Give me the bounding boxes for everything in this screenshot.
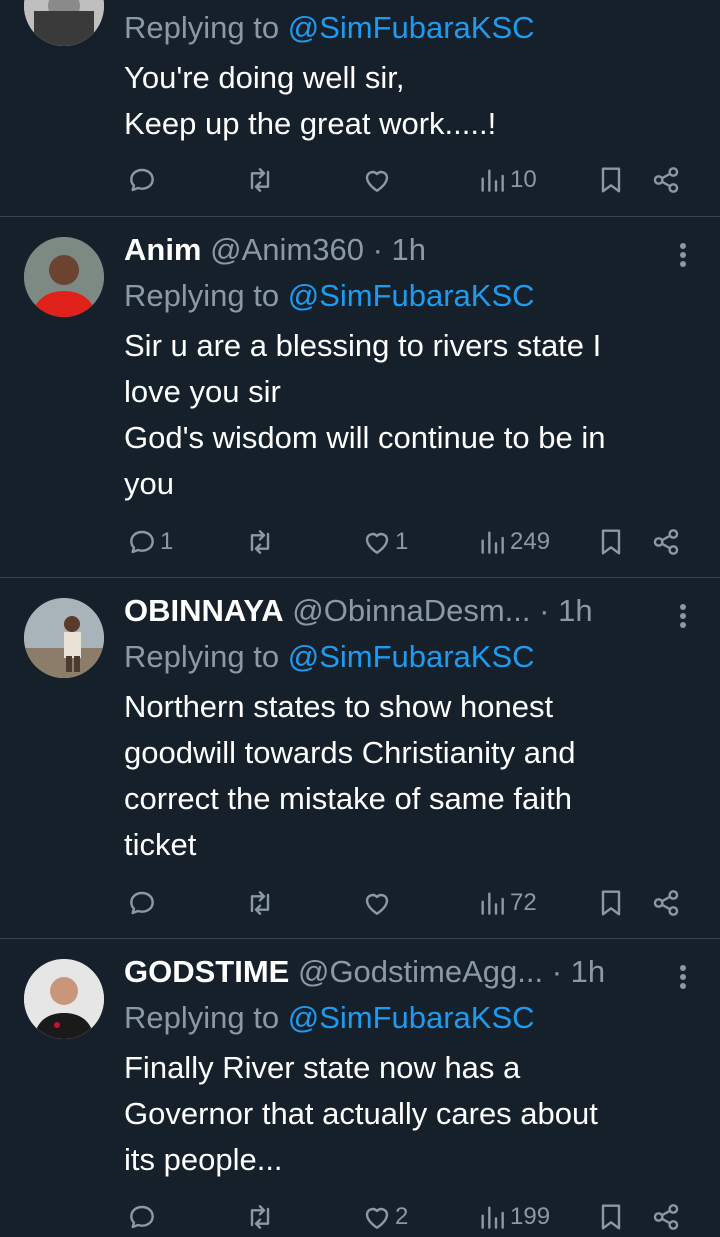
replying-to: Replying to @SimFubaraKSC bbox=[124, 10, 535, 45]
reply-icon bbox=[130, 891, 154, 915]
display-name[interactable]: Anim bbox=[124, 232, 202, 267]
share-button[interactable] bbox=[650, 883, 682, 923]
user-handle[interactable]: @ObinnaDesm... bbox=[292, 593, 530, 628]
avatar[interactable] bbox=[24, 959, 104, 1039]
timestamp[interactable]: · 1h bbox=[539, 593, 592, 628]
views-button[interactable]: 72 bbox=[476, 883, 537, 923]
tweet-actions: 10 bbox=[0, 160, 720, 200]
views-button[interactable]: 199 bbox=[476, 1197, 550, 1237]
views-icon bbox=[481, 169, 504, 192]
tweet-header: GODSTIME @GodstimeAgg... · 1h bbox=[124, 952, 660, 992]
tweet-actions: 1 1 249 bbox=[0, 522, 720, 562]
retweet-button[interactable] bbox=[244, 160, 278, 200]
bookmark-button[interactable] bbox=[595, 160, 627, 200]
user-handle[interactable]: @Anim360 bbox=[210, 232, 364, 267]
replying-to: Replying to @SimFubaraKSC bbox=[124, 1000, 535, 1035]
share-button[interactable] bbox=[650, 1197, 682, 1237]
views-icon bbox=[481, 892, 504, 915]
more-options-button[interactable] bbox=[672, 235, 692, 275]
like-button[interactable]: 2 bbox=[361, 1197, 408, 1237]
like-icon bbox=[365, 893, 389, 915]
tweet-actions: 2 199 bbox=[0, 1197, 720, 1237]
bookmark-icon bbox=[601, 167, 621, 193]
avatar[interactable] bbox=[24, 237, 104, 317]
share-button[interactable] bbox=[650, 160, 682, 200]
retweet-button[interactable] bbox=[244, 522, 278, 562]
like-icon bbox=[365, 532, 389, 554]
reply-icon bbox=[130, 168, 154, 192]
reply-button[interactable]: 1 bbox=[126, 522, 173, 562]
share-icon bbox=[653, 167, 679, 193]
retweet-button[interactable] bbox=[244, 1197, 278, 1237]
bookmark-icon bbox=[601, 529, 621, 555]
tweet[interactable]: GODSTIME @GodstimeAgg... · 1h Replying t… bbox=[0, 939, 720, 1231]
tweet[interactable]: Replying to @SimFubaraKSC You're doing w… bbox=[0, 0, 720, 215]
tweet-header: Anim @Anim360 · 1h bbox=[124, 230, 660, 270]
mention-link[interactable]: @SimFubaraKSC bbox=[288, 1000, 535, 1035]
tweet-actions: 72 bbox=[0, 883, 720, 923]
replying-to: Replying to @SimFubaraKSC bbox=[124, 278, 535, 313]
more-options-button[interactable] bbox=[672, 596, 692, 636]
user-handle[interactable]: @GodstimeAgg... bbox=[298, 954, 543, 989]
tweet[interactable]: OBINNAYA @ObinnaDesm... · 1h Replying to… bbox=[0, 578, 720, 938]
reply-button[interactable] bbox=[126, 1197, 160, 1237]
mention-link[interactable]: @SimFubaraKSC bbox=[288, 278, 535, 313]
tweet-text: Northern states to show honest goodwill … bbox=[124, 689, 576, 862]
reply-icon bbox=[130, 530, 154, 554]
retweet-icon bbox=[250, 168, 270, 192]
reply-button[interactable] bbox=[126, 160, 160, 200]
reply-button[interactable] bbox=[126, 883, 160, 923]
mention-link[interactable]: @SimFubaraKSC bbox=[288, 10, 535, 45]
tweet-text: You're doing well sir, Keep up the great… bbox=[124, 60, 497, 141]
tweet-text: Sir u are a blessing to rivers state I l… bbox=[124, 328, 606, 501]
share-icon bbox=[653, 529, 679, 555]
avatar[interactable] bbox=[24, 598, 104, 678]
mention-link[interactable]: @SimFubaraKSC bbox=[288, 639, 535, 674]
retweet-button[interactable] bbox=[244, 883, 278, 923]
tweet-text: Finally River state now has a Governor t… bbox=[124, 1050, 598, 1177]
more-options-button[interactable] bbox=[672, 957, 692, 997]
avatar[interactable] bbox=[24, 0, 104, 46]
like-icon bbox=[365, 1207, 389, 1229]
tweet[interactable]: Anim @Anim360 · 1h Replying to @SimFubar… bbox=[0, 217, 720, 577]
like-button[interactable]: 1 bbox=[361, 522, 408, 562]
views-button[interactable]: 10 bbox=[476, 160, 537, 200]
bookmark-button[interactable] bbox=[595, 1197, 627, 1237]
retweet-icon bbox=[250, 530, 270, 554]
share-button[interactable] bbox=[650, 522, 682, 562]
like-button[interactable] bbox=[361, 883, 395, 923]
bookmark-icon bbox=[601, 1204, 621, 1230]
display-name[interactable]: GODSTIME bbox=[124, 954, 289, 989]
share-icon bbox=[653, 890, 679, 916]
bookmark-icon bbox=[601, 890, 621, 916]
views-icon bbox=[481, 531, 504, 554]
reply-icon bbox=[130, 1205, 154, 1229]
bookmark-button[interactable] bbox=[595, 883, 627, 923]
like-icon bbox=[365, 170, 389, 192]
bookmark-button[interactable] bbox=[595, 522, 627, 562]
timestamp[interactable]: · 1h bbox=[373, 232, 426, 267]
retweet-icon bbox=[250, 891, 270, 915]
views-icon bbox=[481, 1206, 504, 1229]
retweet-icon bbox=[250, 1205, 270, 1229]
display-name[interactable]: OBINNAYA bbox=[124, 593, 284, 628]
views-button[interactable]: 249 bbox=[476, 522, 550, 562]
replying-to: Replying to @SimFubaraKSC bbox=[124, 639, 535, 674]
share-icon bbox=[653, 1204, 679, 1230]
like-button[interactable] bbox=[361, 160, 395, 200]
timestamp[interactable]: · 1h bbox=[552, 954, 605, 989]
tweet-header: OBINNAYA @ObinnaDesm... · 1h bbox=[124, 591, 660, 631]
